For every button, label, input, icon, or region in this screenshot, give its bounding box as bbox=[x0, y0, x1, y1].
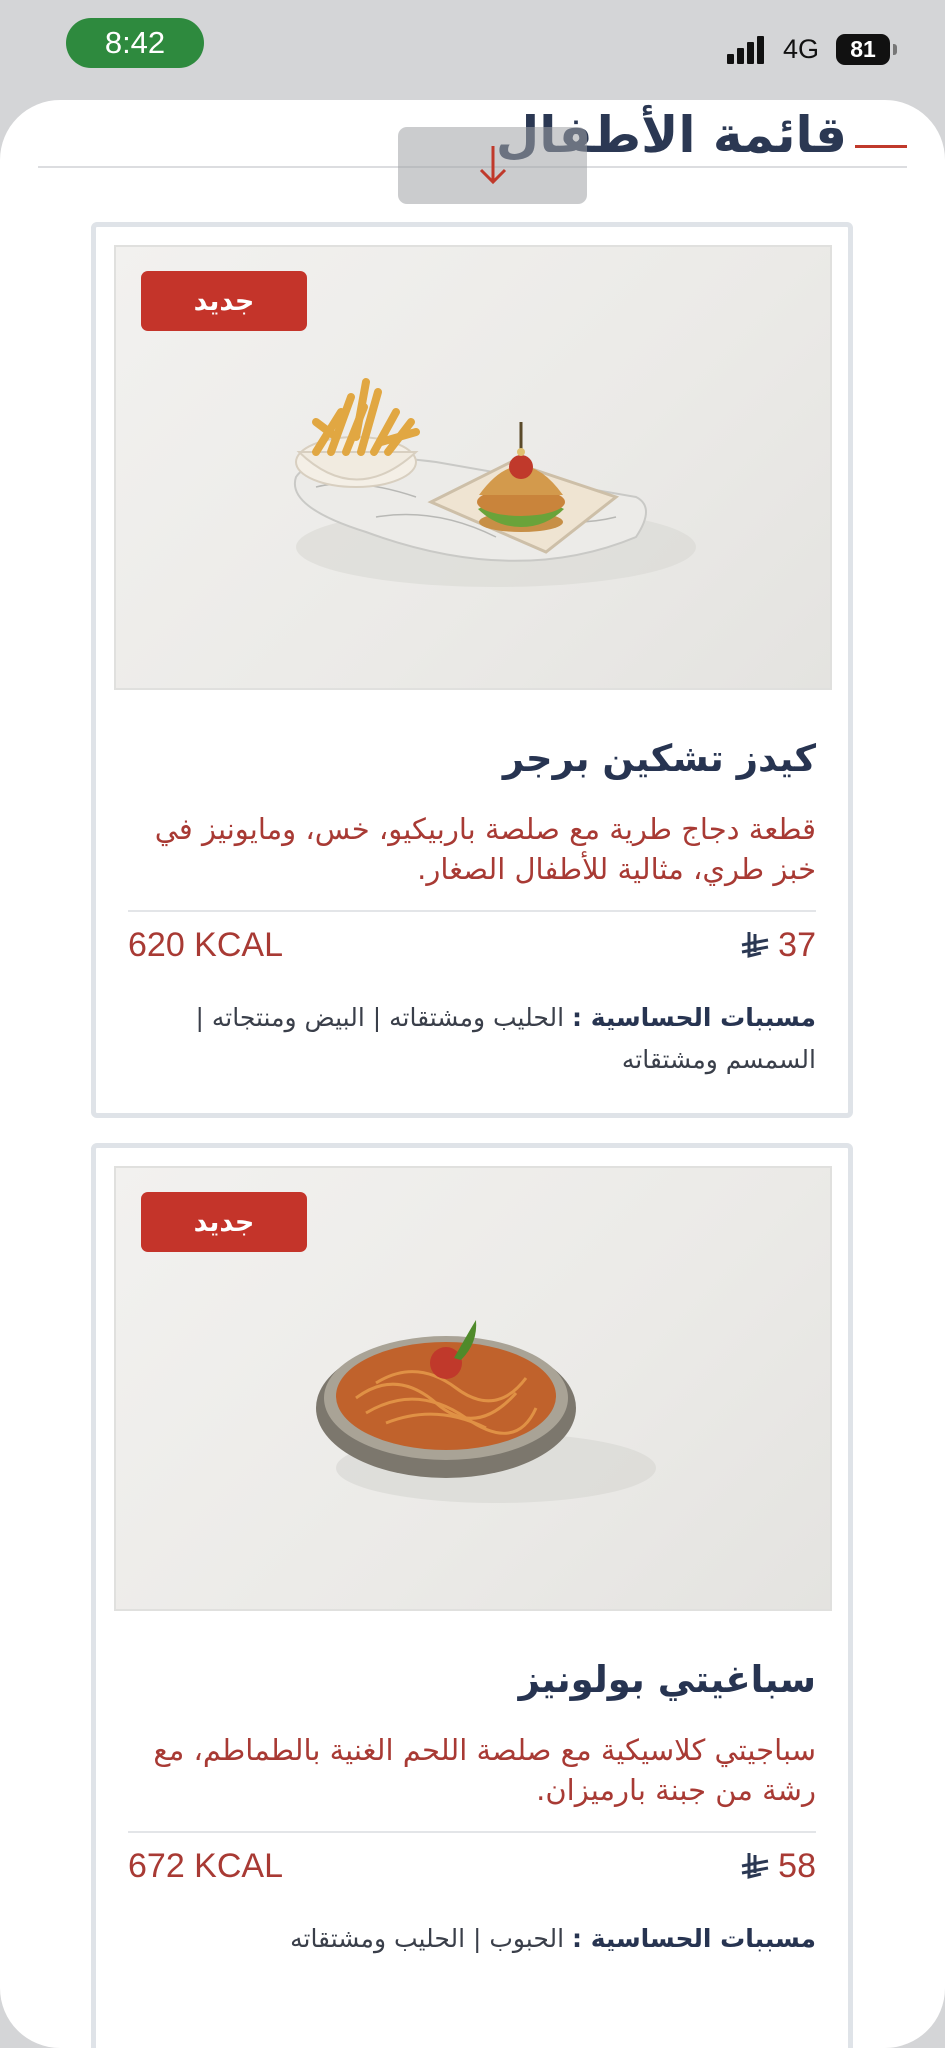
item-calories: 620 KCAL bbox=[128, 926, 283, 964]
new-badge: جديد bbox=[141, 271, 307, 331]
item-calories: 672 KCAL bbox=[128, 1847, 283, 1885]
arrow-down-icon[interactable] bbox=[478, 144, 508, 186]
item-allergens: مسببات الحساسية : الحبوب | الحليب ومشتقا… bbox=[128, 1918, 816, 1960]
spaghetti-photo-icon: جديد bbox=[114, 1166, 832, 1611]
allergens-list: الحبوب | الحليب ومشتقاته bbox=[290, 1924, 565, 1953]
battery-level: 81 bbox=[850, 36, 876, 62]
item-allergens: مسببات الحساسية : الحليب ومشتقاته | البي… bbox=[128, 997, 816, 1081]
menu-sheet: قائمة الأطفال جديد كيدز تشكين برجر قطعة … bbox=[0, 100, 945, 2048]
menu-item-card[interactable]: جديد سباغيتي بولونيز سباجيتي كلاسيكية مع… bbox=[91, 1143, 853, 2048]
allergens-label: مسببات الحساسية : bbox=[572, 1003, 816, 1032]
item-description: سباجيتي كلاسيكية مع صلصة اللحم الغنية با… bbox=[153, 1733, 816, 1807]
price-value: 58 bbox=[778, 1847, 816, 1885]
status-bar: 8:42 4G 81 bbox=[0, 0, 945, 90]
item-description: قطعة دجاج طرية مع صلصة باربيكيو، خس، وما… bbox=[154, 812, 816, 886]
battery-icon: 81 bbox=[836, 34, 897, 65]
item-divider bbox=[128, 1831, 816, 1833]
signal-icon bbox=[727, 34, 769, 64]
item-price: 58 bbox=[740, 1847, 816, 1886]
riyal-icon bbox=[741, 931, 769, 958]
item-name: سباغيتي بولونيز bbox=[518, 1658, 816, 1701]
status-time: 8:42 bbox=[66, 18, 204, 68]
section-header: قائمة الأطفال bbox=[0, 100, 945, 210]
chicken-burger-photo-icon: جديد bbox=[114, 245, 832, 690]
item-name: كيدز تشكين برجر bbox=[502, 737, 816, 780]
menu-item-card[interactable]: جديد كيدز تشكين برجر قطعة دجاج طرية مع ص… bbox=[91, 222, 853, 1118]
item-price: 37 bbox=[740, 926, 816, 965]
allergens-label: مسببات الحساسية : bbox=[572, 1924, 816, 1953]
riyal-icon bbox=[741, 1852, 769, 1879]
new-badge: جديد bbox=[141, 1192, 307, 1252]
price-value: 37 bbox=[778, 926, 816, 964]
title-accent-line bbox=[855, 145, 907, 148]
item-divider bbox=[128, 910, 816, 912]
network-label: 4G bbox=[783, 34, 820, 64]
